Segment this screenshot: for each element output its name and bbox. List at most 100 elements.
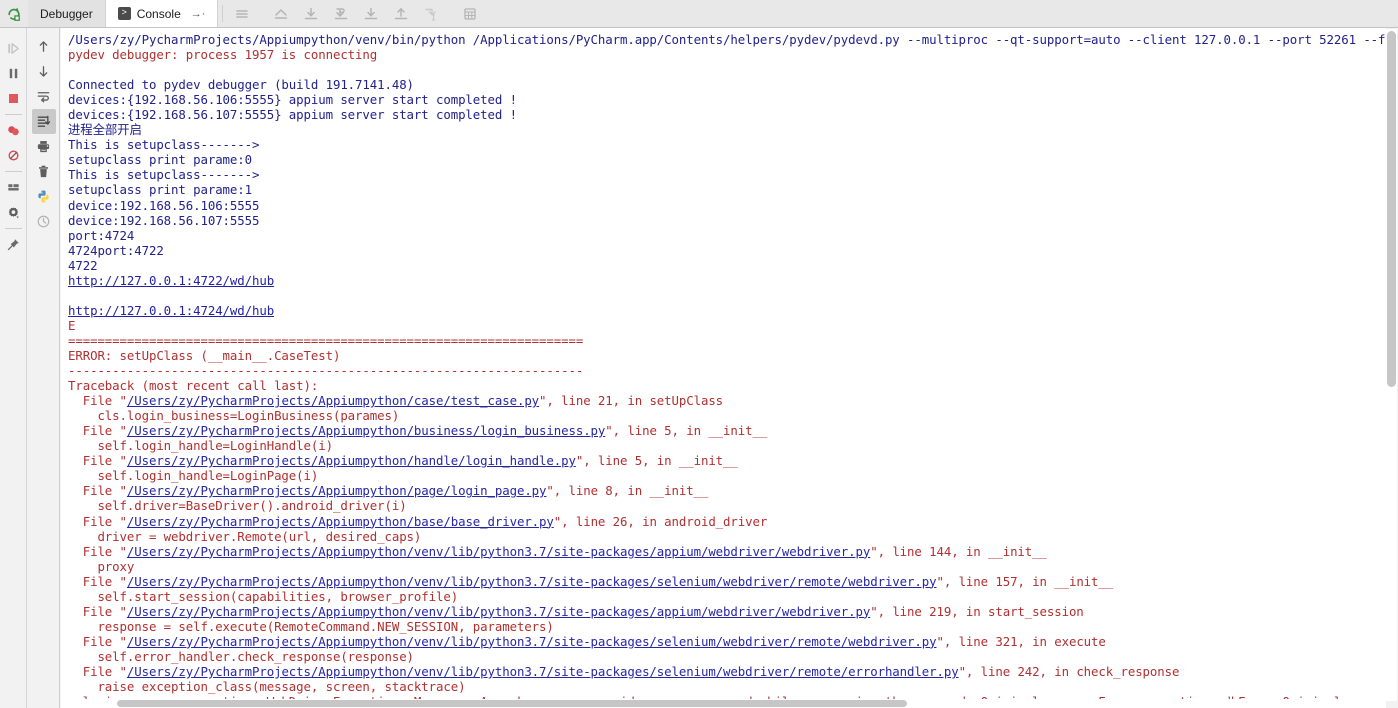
scroll-down-button[interactable] <box>32 59 56 84</box>
debug-actions-gutter <box>0 28 27 708</box>
settings-button[interactable] <box>1 200 25 225</box>
tab-strip: Debugger > Console →· <box>28 0 219 27</box>
tab-console[interactable]: > Console →· <box>105 0 219 27</box>
console-line: 4722 <box>68 258 1386 273</box>
tab-debugger-label: Debugger <box>40 6 93 21</box>
traceback-file-link[interactable]: /Users/zy/PycharmProjects/Appiumpython/v… <box>127 604 870 619</box>
traceback-file-link[interactable]: /Users/zy/PycharmProjects/Appiumpython/c… <box>127 393 539 408</box>
console-line-text: self.login_handle=LoginHandle(i) <box>68 438 333 454</box>
console-line-text: 4724port:4722 <box>68 242 164 258</box>
print-button[interactable] <box>32 134 56 159</box>
console-line: File "/Users/zy/PycharmProjects/Appiumpy… <box>68 544 1386 559</box>
history-button[interactable] <box>32 209 56 234</box>
console-line: port:4724 <box>68 228 1386 243</box>
rerun-icon[interactable] <box>0 0 28 27</box>
stop-button[interactable] <box>1 86 25 111</box>
console-line-text: port:4724 <box>68 227 135 243</box>
traceback-suffix: ", line 144, in __init__ <box>870 543 1047 559</box>
console-line: self.driver=BaseDriver().android_driver(… <box>68 498 1386 513</box>
view-breakpoints-button[interactable] <box>1 118 25 143</box>
console-line: setupclass print parame:0 <box>68 152 1386 167</box>
console-line-text: proxy <box>68 558 135 574</box>
console-line: driver = webdriver.Remote(url, desired_c… <box>68 529 1386 544</box>
console-line: This is setupclass-------> <box>68 167 1386 182</box>
console-line-text: devices:{192.168.56.106:5555} appium ser… <box>68 92 517 108</box>
console-line: This is setupclass-------> <box>68 137 1386 152</box>
step-into-icon[interactable] <box>326 0 356 28</box>
vertical-scrollbar[interactable] <box>1386 29 1397 701</box>
traceback-prefix: File " <box>68 423 127 439</box>
console-line: File "/Users/zy/PycharmProjects/Appiumpy… <box>68 634 1386 649</box>
step-out-up-icon[interactable] <box>386 0 416 28</box>
horizontal-scrollbar[interactable] <box>61 699 1386 708</box>
horizontal-scrollbar-thumb[interactable] <box>117 700 907 707</box>
evaluate-icon[interactable] <box>455 0 485 28</box>
console-url-link[interactable]: http://127.0.0.1:4722/wd/hub <box>68 273 274 288</box>
traceback-file-link[interactable]: /Users/zy/PycharmProjects/Appiumpython/v… <box>127 634 937 649</box>
console-line-text: /Users/zy/PycharmProjects/Appiumpython/v… <box>68 32 1386 47</box>
python-console-button[interactable] <box>32 184 56 209</box>
console-line: http://127.0.0.1:4724/wd/hub <box>68 303 1386 318</box>
traceback-file-link[interactable]: /Users/zy/PycharmProjects/Appiumpython/p… <box>127 483 547 498</box>
console-line: devices:{192.168.56.107:5555} appium ser… <box>68 107 1386 122</box>
console-line: device:192.168.56.106:5555 <box>68 198 1386 213</box>
traceback-file-link[interactable]: /Users/zy/PycharmProjects/Appiumpython/b… <box>127 514 554 529</box>
pause-program-button[interactable] <box>1 61 25 86</box>
vertical-scrollbar-thumb[interactable] <box>1387 31 1396 387</box>
traceback-file-link[interactable]: /Users/zy/PycharmProjects/Appiumpython/b… <box>127 423 605 438</box>
console-line-text: This is setupclass-------> <box>68 167 260 183</box>
console-line: device:192.168.56.107:5555 <box>68 213 1386 228</box>
debugger-console-window: Debugger > Console →· /Users/zy/PycharmP… <box>0 0 1398 708</box>
gutter-divider-3 <box>4 228 22 229</box>
tab-debugger[interactable]: Debugger <box>28 0 106 27</box>
console-line: ----------------------------------------… <box>68 363 1386 378</box>
step-out-icon[interactable] <box>266 0 296 28</box>
console-line-text: ERROR: setUpClass (__main__.CaseTest) <box>68 347 341 363</box>
traceback-file-link[interactable]: /Users/zy/PycharmProjects/Appiumpython/v… <box>127 574 937 589</box>
scroll-up-button[interactable] <box>32 34 56 59</box>
console-url-link[interactable]: http://127.0.0.1:4724/wd/hub <box>68 303 274 318</box>
mute-breakpoints-button[interactable] <box>1 143 25 168</box>
console-line: self.login_handle=LoginHandle(i) <box>68 438 1386 453</box>
console-line: self.error_handler.check_response(respon… <box>68 649 1386 664</box>
clear-all-button[interactable] <box>32 159 56 184</box>
console-line-text: setupclass print parame:0 <box>68 152 252 168</box>
console-line: cls.login_business=LoginBusiness(parames… <box>68 408 1386 423</box>
step-over-icon[interactable] <box>296 0 326 28</box>
traceback-suffix: ", line 219, in start_session <box>870 603 1084 619</box>
run-to-cursor-icon[interactable] <box>416 0 446 28</box>
traceback-file-link[interactable]: /Users/zy/PycharmProjects/Appiumpython/v… <box>127 544 870 559</box>
traceback-suffix: ", line 242, in check_response <box>958 663 1180 679</box>
console-line: 4724port:4722 <box>68 243 1386 258</box>
force-step-into-icon[interactable] <box>356 0 386 28</box>
pin-tab-button[interactable] <box>1 232 25 257</box>
console-line: File "/Users/zy/PycharmProjects/Appiumpy… <box>68 514 1386 529</box>
resume-program-button[interactable] <box>1 36 25 61</box>
console-output-panel[interactable]: /Users/zy/PycharmProjects/Appiumpython/v… <box>61 28 1386 708</box>
console-line: File "/Users/zy/PycharmProjects/Appiumpy… <box>68 483 1386 498</box>
console-line: File "/Users/zy/PycharmProjects/Appiumpy… <box>68 574 1386 589</box>
scroll-to-end-button[interactable] <box>31 109 56 134</box>
tab-console-label: Console <box>136 6 181 21</box>
console-line: File "/Users/zy/PycharmProjects/Appiumpy… <box>68 664 1386 679</box>
console-line-text: response = self.execute(RemoteCommand.NE… <box>68 618 554 634</box>
gutter-divider-2 <box>4 171 22 172</box>
console-line: File "/Users/zy/PycharmProjects/Appiumpy… <box>68 604 1386 619</box>
traceback-file-link[interactable]: /Users/zy/PycharmProjects/Appiumpython/v… <box>127 664 959 679</box>
console-line-text: ----------------------------------------… <box>68 363 584 379</box>
pin-tab-icon[interactable]: →· <box>191 8 206 20</box>
console-line-text: raise exception_class(message, screen, s… <box>68 679 466 695</box>
console-line: pydev debugger: process 1957 is connecti… <box>68 47 1386 62</box>
layout-settings-button[interactable] <box>1 175 25 200</box>
soft-wrap-button[interactable] <box>32 84 56 109</box>
console-line: setupclass print parame:1 <box>68 182 1386 197</box>
traceback-suffix: ", line 21, in setUpClass <box>539 393 724 409</box>
traceback-file-link[interactable]: /Users/zy/PycharmProjects/Appiumpython/h… <box>127 453 576 468</box>
menu-icon[interactable] <box>227 0 257 28</box>
console-line: devices:{192.168.56.106:5555} appium ser… <box>68 92 1386 107</box>
console-line: Traceback (most recent call last): <box>68 378 1386 393</box>
toolbar-buttons <box>227 0 485 27</box>
console-line-text: self.start_session(capabilities, browser… <box>68 588 459 604</box>
